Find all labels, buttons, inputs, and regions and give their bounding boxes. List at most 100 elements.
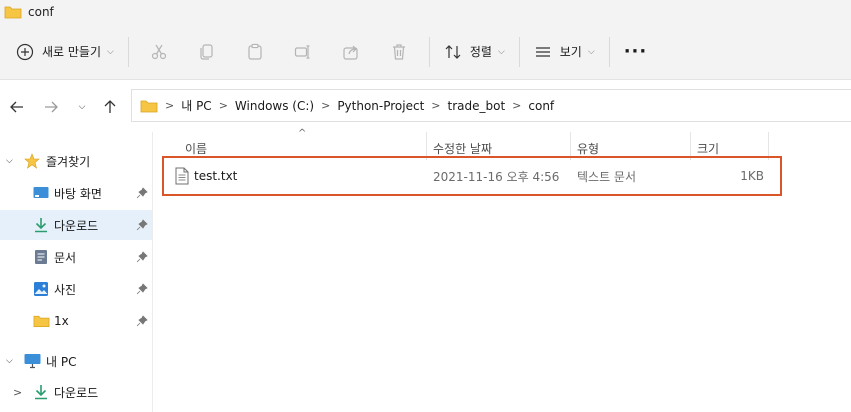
navigation-pane: ⌵ 즐겨찾기 바탕 화면 다운로드 문서 사진 1x ⌵ 내 PC > 다운로드: [0, 132, 153, 412]
sidebar-item-label: 다운로드: [54, 218, 99, 233]
pin-icon: [136, 315, 148, 327]
toolbar-divider: [608, 36, 610, 67]
address-input[interactable]: > 내 PC > Windows (C:) > Python-Project >…: [131, 89, 851, 122]
forward-button[interactable]: [40, 96, 62, 118]
sidebar-item-1x[interactable]: 1x: [0, 306, 153, 336]
share-icon: [343, 45, 358, 60]
new-button[interactable]: 새로 만들기 ⌵: [8, 36, 122, 68]
plus-circle-icon: [16, 43, 34, 60]
file-type: 텍스트 문서: [577, 169, 637, 184]
column-header-label: 크기: [697, 141, 720, 156]
sidebar-item-favorites[interactable]: ⌵ 즐겨찾기: [0, 146, 153, 176]
more-icon: ···: [623, 41, 648, 62]
sort-button-label: 정렬: [469, 45, 492, 59]
command-bar: 새로 만들기 ⌵ 정렬 ⌵ 보기 ⌵ ···: [0, 24, 851, 80]
sidebar-item-label: 내 PC: [46, 354, 77, 369]
view-button[interactable]: 보기 ⌵: [526, 36, 603, 68]
sort-icon: [445, 44, 461, 59]
sidebar-item-label: 즐겨찾기: [46, 154, 91, 169]
cut-button[interactable]: [135, 36, 183, 68]
new-button-label: 새로 만들기: [42, 45, 102, 59]
chevron-down-icon: ⌵: [497, 46, 505, 57]
back-button[interactable]: [6, 96, 28, 118]
sidebar-item-pc-downloads[interactable]: > 다운로드: [0, 377, 153, 407]
sort-button[interactable]: 정렬 ⌵: [436, 36, 513, 68]
pictures-icon: [34, 282, 48, 296]
file-row[interactable]: test.txt 2021-11-16 오후 4:56 텍스트 문서 1KB: [162, 156, 782, 196]
download-icon: [35, 218, 47, 233]
toolbar-divider: [518, 36, 520, 67]
chevron-down-icon: ⌵: [6, 156, 13, 166]
rename-icon: [294, 44, 310, 59]
pin-icon: [136, 283, 148, 295]
toolbar-divider: [127, 36, 129, 67]
cut-icon: [151, 44, 166, 59]
paste-button[interactable]: [231, 36, 279, 68]
chevron-right-icon: >: [165, 99, 175, 112]
sidebar-item-label: 문서: [54, 250, 77, 265]
chevron-down-icon: ⌵: [78, 102, 86, 112]
folder-icon: [33, 315, 50, 328]
sidebar-item-pictures[interactable]: 사진: [0, 274, 153, 304]
pane-divider: [152, 132, 153, 412]
copy-icon: [200, 43, 213, 60]
arrow-right-icon: [45, 101, 58, 113]
chevron-right-icon: >: [13, 385, 23, 399]
desktop-icon: [33, 187, 49, 198]
up-button[interactable]: [99, 96, 121, 118]
column-header-label: 이름: [185, 141, 208, 156]
sidebar-item-label: 바탕 화면: [54, 186, 102, 201]
chevron-right-icon: >: [431, 99, 441, 112]
download-icon: [35, 385, 47, 400]
sidebar-item-documents[interactable]: 문서: [0, 242, 153, 272]
pin-icon: [136, 251, 148, 263]
chevron-right-icon: >: [218, 99, 228, 112]
folder-icon: [4, 6, 22, 19]
view-button-label: 보기: [559, 45, 582, 59]
view-list-icon: [535, 46, 550, 57]
pin-icon: [136, 219, 148, 231]
window-title: conf: [28, 5, 54, 19]
rename-button[interactable]: [279, 36, 327, 68]
breadcrumb-trade-bot[interactable]: trade_bot: [448, 99, 506, 113]
breadcrumb-conf[interactable]: conf: [528, 99, 554, 113]
file-modified: 2021-11-16 오후 4:56: [433, 169, 560, 184]
paste-icon: [248, 43, 262, 60]
arrow-up-icon: [104, 100, 116, 113]
text-file-icon: [175, 167, 189, 185]
delete-icon: [392, 43, 405, 60]
breadcrumb-python-project[interactable]: Python-Project: [337, 99, 424, 113]
sidebar-item-label: 사진: [54, 282, 77, 297]
breadcrumb-drive-c[interactable]: Windows (C:): [235, 99, 314, 113]
address-bar-area: ⌵ > 내 PC > Windows (C:) > Python-Project…: [0, 80, 851, 132]
star-icon: [24, 153, 40, 169]
file-name: test.txt: [194, 169, 238, 183]
pc-icon: [24, 354, 41, 369]
copy-button[interactable]: [183, 36, 231, 68]
document-icon: [35, 250, 47, 264]
delete-button[interactable]: [375, 36, 423, 68]
chevron-down-icon: ⌵: [6, 356, 13, 366]
arrow-left-icon: [10, 101, 23, 113]
folder-icon: [140, 100, 158, 112]
title-bar: conf: [0, 0, 851, 24]
sidebar-item-this-pc[interactable]: ⌵ 내 PC: [0, 346, 153, 376]
more-options-button[interactable]: ···: [616, 36, 656, 68]
sidebar-item-desktop[interactable]: 바탕 화면: [0, 178, 153, 208]
share-button[interactable]: [327, 36, 375, 68]
sidebar-item-downloads[interactable]: 다운로드: [0, 210, 153, 240]
toolbar-divider: [428, 36, 430, 67]
breadcrumb-this-pc[interactable]: 내 PC: [181, 97, 211, 114]
chevron-down-icon: ⌵: [587, 46, 595, 57]
column-header-label: 수정한 날짜: [433, 141, 493, 156]
chevron-right-icon: >: [321, 99, 331, 112]
column-header-label: 유형: [577, 141, 600, 156]
sidebar-item-label: 1x: [54, 314, 69, 328]
sidebar-item-label: 다운로드: [54, 385, 99, 400]
pin-icon: [136, 187, 148, 199]
chevron-down-icon: ⌵: [107, 46, 114, 57]
chevron-right-icon: >: [512, 99, 522, 112]
recent-locations-button[interactable]: ⌵: [71, 96, 93, 118]
sort-ascending-icon: ^: [298, 128, 307, 139]
file-size: 1KB: [740, 169, 764, 183]
